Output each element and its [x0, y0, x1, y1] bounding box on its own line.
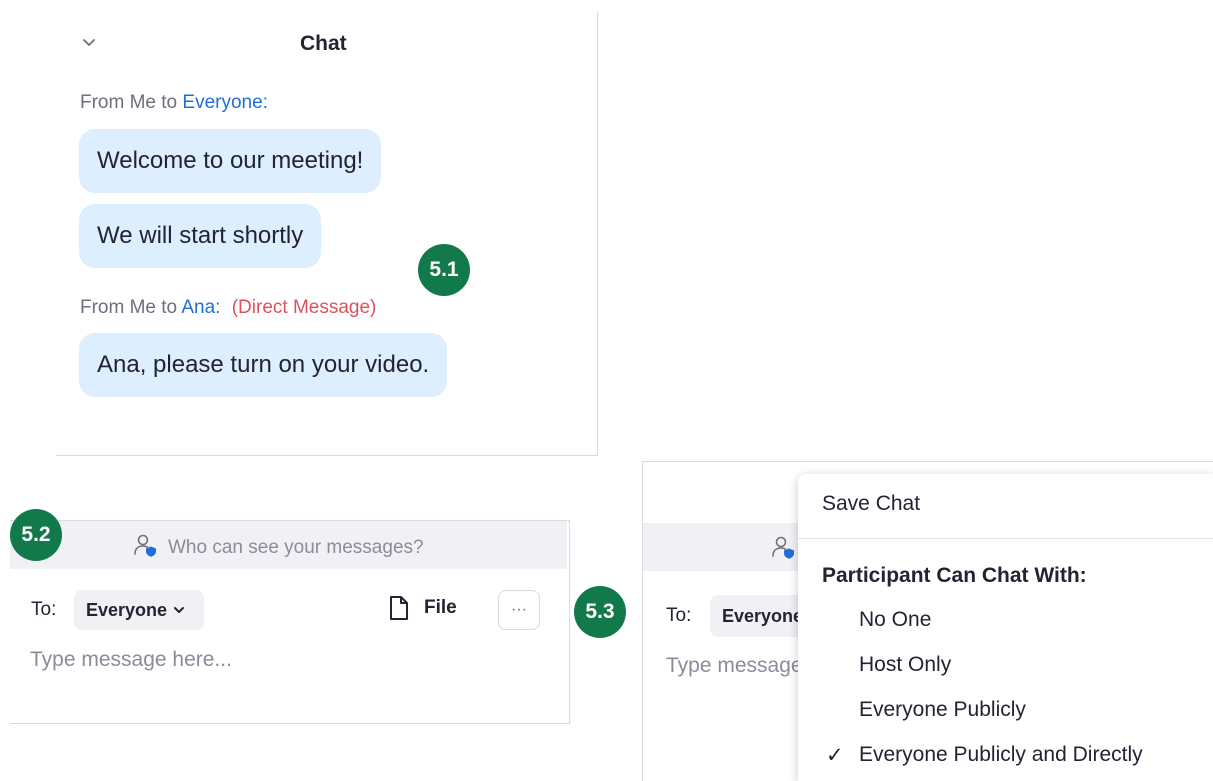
- more-options-button[interactable]: ···: [498, 590, 540, 630]
- message-bubble[interactable]: Welcome to our meeting!: [79, 129, 382, 193]
- recipient-name[interactable]: Ana: [181, 297, 215, 318]
- chevron-down-icon[interactable]: [80, 33, 98, 51]
- message-input-placeholder[interactable]: Type message here...: [666, 654, 798, 678]
- checkmark-icon: ✓: [826, 744, 844, 767]
- recipient-dropdown[interactable]: Everyone: [74, 590, 204, 630]
- chat-title: Chat: [300, 32, 347, 55]
- chat-permission-no-one[interactable]: No One: [859, 608, 931, 632]
- from-prefix: From Me to: [80, 297, 178, 318]
- message-bubble[interactable]: Ana, please turn on your video.: [79, 333, 448, 397]
- participant-visibility-icon: [772, 536, 794, 559]
- menu-divider: [798, 538, 1213, 539]
- chat-permission-everyone-publicly-directly[interactable]: Everyone Publicly and Directly: [859, 743, 1143, 767]
- recipient-dropdown-value: Everyone: [86, 599, 168, 620]
- message-sender-line: From Me to Everyone:: [80, 92, 268, 114]
- chat-permission-host-only[interactable]: Host Only: [859, 653, 951, 677]
- chevron-down-icon: [174, 607, 185, 613]
- message-input[interactable]: [30, 644, 530, 676]
- recipient-colon: :: [215, 297, 221, 318]
- to-label: To:: [31, 599, 57, 620]
- message-bubble[interactable]: We will start shortly: [79, 204, 322, 268]
- visibility-text: Who can see your messages?: [168, 537, 424, 558]
- to-label: To:: [666, 605, 692, 626]
- recipient-colon: :: [262, 92, 268, 113]
- step-badge-5-3: 5.3: [574, 586, 626, 638]
- file-button[interactable]: File: [388, 595, 457, 621]
- chat-permission-everyone-publicly[interactable]: Everyone Publicly: [859, 698, 1026, 722]
- direct-message-tag: (Direct Message): [231, 297, 377, 318]
- recipient-name[interactable]: Everyone: [182, 92, 262, 113]
- recipient-dropdown[interactable]: Everyone: [710, 595, 810, 637]
- message-sender-line: From Me to Ana: (Direct Message): [80, 297, 376, 319]
- save-chat-menu-item[interactable]: Save Chat: [822, 492, 920, 516]
- file-button-label: File: [424, 597, 457, 618]
- file-icon: [390, 596, 408, 620]
- from-prefix: From Me to: [80, 92, 178, 113]
- step-badge-5-2: 5.2: [10, 509, 62, 561]
- step-badge-5-1: 5.1: [418, 244, 470, 296]
- participant-chat-permission-header: Participant Can Chat With:: [822, 564, 1087, 587]
- recipient-dropdown-value: Everyone: [722, 605, 804, 626]
- participant-visibility-icon: [134, 534, 156, 557]
